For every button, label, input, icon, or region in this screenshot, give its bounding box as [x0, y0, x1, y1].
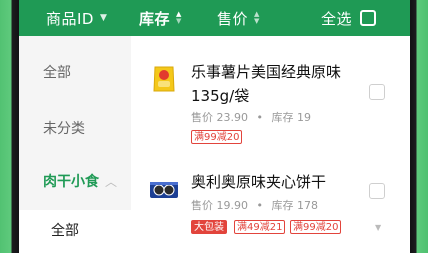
sidebar-item-label: 肉干小食	[43, 174, 99, 190]
product-name: 奥利奥原味夹心饼干	[191, 170, 326, 194]
sort-price[interactable]: 售价 ▲ ▼	[217, 0, 260, 36]
phone-bezel-left	[0, 0, 19, 253]
sort-product-id-label: 商品ID	[46, 9, 94, 28]
sidebar-item-jerky-snacks[interactable]: 肉干小食 ︿	[19, 171, 131, 191]
sidebar-subitem-label: 全部	[51, 223, 79, 239]
separator-dot: •	[256, 111, 264, 124]
promo-tag: 满49减21	[234, 220, 286, 234]
chips-bag-icon	[153, 66, 175, 92]
select-all-checkbox[interactable]	[360, 10, 377, 26]
sort-product-id[interactable]: 商品ID ▼	[46, 0, 107, 36]
product-name-line: 乐事薯片美国经典原味	[191, 63, 342, 81]
product-name: 乐事薯片美国经典原味 135g/袋	[191, 60, 341, 108]
promo-tag: 满99减20	[191, 130, 243, 144]
chevron-down-icon: ▼	[99, 13, 108, 23]
product-price: 售价 19.90	[191, 199, 248, 212]
sort-stock[interactable]: 库存 ▲ ▼	[139, 0, 182, 36]
sort-header: 商品ID ▼ 库存 ▲ ▼ 售价 ▲ ▼ 全选	[19, 0, 410, 36]
sidebar-subitem-all[interactable]: 全部	[19, 210, 131, 253]
expand-tags-icon[interactable]: ▼	[375, 223, 381, 232]
product-row[interactable]: 奥利奥原味夹心饼干 售价 19.90 • 库存 178 大包装 满49减21 满…	[131, 156, 410, 253]
product-name-line: 奥利奥原味夹心饼干	[191, 173, 327, 191]
cookie-box-icon	[150, 182, 178, 198]
sidebar-item-label: 未分类	[43, 121, 85, 137]
sidebar-item-all[interactable]: 全部	[19, 62, 131, 82]
product-checkbox[interactable]	[369, 84, 385, 100]
select-all-label: 全选	[321, 9, 353, 28]
product-meta: 售价 19.90 • 库存 178	[191, 197, 318, 213]
sidebar-item-label: 全部	[43, 65, 71, 81]
sidebar-item-uncategorized[interactable]: 未分类	[19, 118, 131, 138]
sort-arrows-icon: ▲ ▼	[176, 10, 182, 25]
separator-dot: •	[256, 199, 264, 212]
promo-tag: 满99减20	[290, 220, 342, 234]
promo-tag: 大包装	[191, 220, 227, 234]
app-screen: 商品ID ▼ 库存 ▲▼ 售价 ▲▼ 全选 全部 未分类 肉干小食 ︿ 全部	[19, 0, 410, 253]
select-all-toggle[interactable]: 全选	[321, 0, 377, 36]
chevron-up-icon: ︿	[105, 175, 118, 189]
product-row[interactable]: 乐事薯片美国经典原味 135g/袋 售价 23.90 • 库存 19 满99减2…	[131, 36, 410, 156]
sort-stock-label: 库存	[139, 9, 171, 28]
product-meta: 售价 23.90 • 库存 19	[191, 109, 311, 125]
product-stock: 库存 178	[271, 199, 319, 212]
product-checkbox[interactable]	[369, 183, 385, 199]
phone-bezel-right	[410, 0, 428, 253]
sort-arrows-icon: ▲ ▼	[254, 10, 260, 25]
sort-price-label: 售价	[217, 9, 249, 28]
product-price: 售价 23.90	[191, 111, 248, 124]
product-name-line: 135g/袋	[191, 87, 250, 105]
product-stock: 库存 19	[271, 111, 312, 124]
